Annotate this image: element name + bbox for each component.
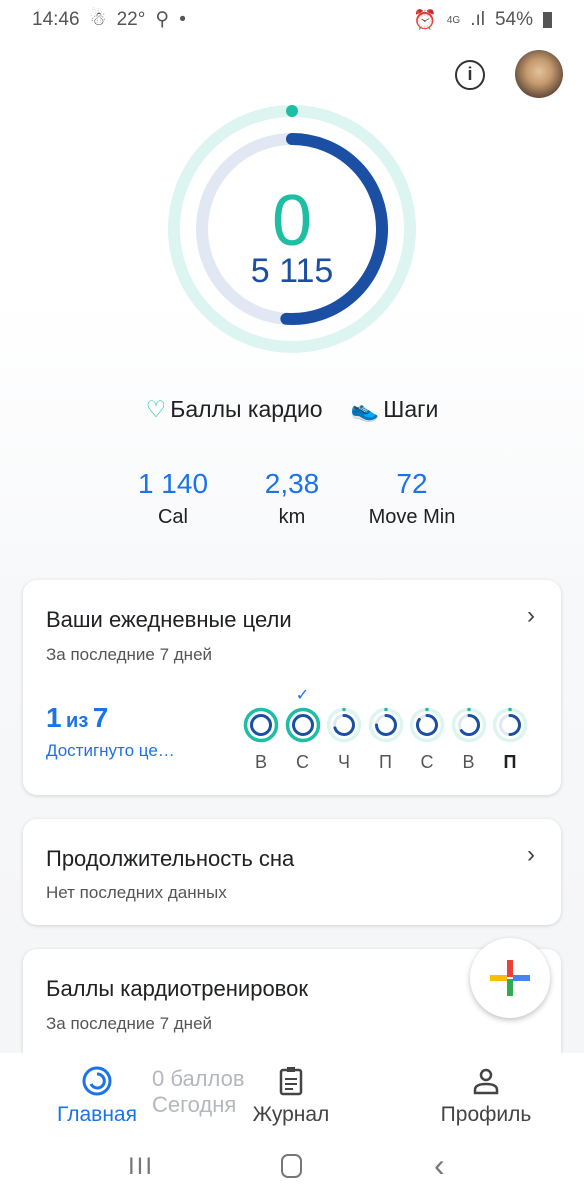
achieved: 1 <box>46 702 62 733</box>
day-label: П <box>503 752 517 772</box>
chevron-right-icon[interactable]: › <box>527 841 535 869</box>
heart-icon: ♡ <box>145 396 167 422</box>
card-title: Баллы кардиотренировок <box>46 976 308 1001</box>
battery-icon <box>543 12 552 28</box>
day-goal: В <box>451 707 487 773</box>
profile-avatar[interactable] <box>515 50 563 98</box>
journal-icon <box>279 1067 303 1096</box>
search-icon: ⚲ <box>155 9 170 30</box>
goals-achieved-count: 1 из 7 <box>46 702 108 734</box>
home-ring-icon <box>82 1066 112 1096</box>
weather-icon: ☃ <box>89 9 107 30</box>
shoe-icon: 👟 <box>350 396 380 422</box>
day-label: П <box>379 752 392 772</box>
day-goal: С <box>409 707 445 773</box>
legend-steps-label: Шаги <box>383 396 439 422</box>
stat-distance: 2,38 km <box>222 468 362 529</box>
plus-icon <box>490 960 530 996</box>
daily-goals-card[interactable]: Ваши ежедневные цели › За последние 7 дн… <box>23 580 561 795</box>
stat-unit: Move Min <box>368 506 456 528</box>
nav-label: Профиль <box>440 1103 532 1126</box>
day-ring <box>326 707 362 743</box>
cardio-ring-progress <box>286 105 298 117</box>
battery-level: 54% <box>494 9 533 30</box>
day-goal: Ч <box>326 707 362 773</box>
card-title: Продолжительность сна <box>46 846 295 871</box>
day-label: В <box>254 752 267 772</box>
cardio-points-value: 0 <box>271 181 313 261</box>
chevron-right-icon[interactable]: › <box>527 602 535 630</box>
back-button[interactable]: ‹ <box>434 1147 445 1184</box>
stat-unit: km <box>278 506 306 528</box>
legend-cardio: ♡ Баллы кардио <box>146 396 323 423</box>
day-ring <box>368 707 403 743</box>
ghost-sub: Сегодня <box>152 1092 237 1117</box>
alarm-icon: ⏰ <box>413 10 437 31</box>
week-goal-rings: В С ✓ Ч П С В П <box>243 687 528 773</box>
day-ring <box>451 707 486 743</box>
home-button[interactable] <box>281 1154 302 1178</box>
day-label: В <box>462 752 475 772</box>
legend-cardio-label: Баллы кардио <box>170 396 323 422</box>
sleep-card[interactable]: Продолжительность сна › Нет последних да… <box>23 819 561 925</box>
clock: 14:46 <box>32 8 80 30</box>
stat-value: 72 <box>396 468 428 499</box>
info-icon[interactable]: i <box>455 60 485 90</box>
day-goal: П <box>492 707 528 773</box>
cardio-today-value: 0 баллов Сегодня <box>152 1066 245 1118</box>
bottom-nav: Главная Журнал Профиль <box>0 1053 584 1135</box>
system-nav-bar: III ‹ <box>0 1135 584 1200</box>
stat-value: 2,38 <box>264 468 320 499</box>
steps-value: 5 115 <box>250 252 334 290</box>
day-label: Ч <box>338 752 350 772</box>
day-ring <box>492 707 528 743</box>
stat-move-min: 72 Move Min <box>342 468 482 529</box>
of: из <box>66 710 89 732</box>
goals-achieved-label: Достигнуто це… <box>46 741 175 760</box>
status-bar: 14:46 ☃ 22° ⚲ • ⏰ 4G .ıl 54% <box>0 0 584 36</box>
day-goal: В <box>243 707 279 773</box>
card-subtitle: Нет последних данных <box>46 883 227 902</box>
nav-profile[interactable]: Профиль <box>406 1065 566 1127</box>
check-icon: ✓ <box>295 687 310 704</box>
person-icon <box>473 1068 499 1095</box>
card-subtitle: За последние 7 дней <box>46 645 213 664</box>
card-subtitle: За последние 7 дней <box>46 1014 213 1033</box>
day-goal: П <box>368 707 404 773</box>
temperature: 22° <box>116 8 146 30</box>
add-button[interactable] <box>470 938 550 1018</box>
ghost-value: 0 баллов <box>152 1066 245 1091</box>
signal-icon: .ıl <box>470 9 485 30</box>
legend-steps: 👟 Шаги <box>351 396 439 423</box>
total: 7 <box>92 702 109 733</box>
day-label: С <box>420 752 434 772</box>
card-title: Ваши ежедневные цели <box>46 607 292 632</box>
day-goal: С ✓ <box>285 687 321 773</box>
network-type: 4G <box>446 14 461 26</box>
day-ring <box>285 707 320 743</box>
day-ring <box>409 707 445 743</box>
recents-button[interactable]: III <box>128 1153 154 1181</box>
day-ring <box>243 707 279 743</box>
day-label: С <box>296 752 309 772</box>
dot-icon: • <box>179 8 186 30</box>
